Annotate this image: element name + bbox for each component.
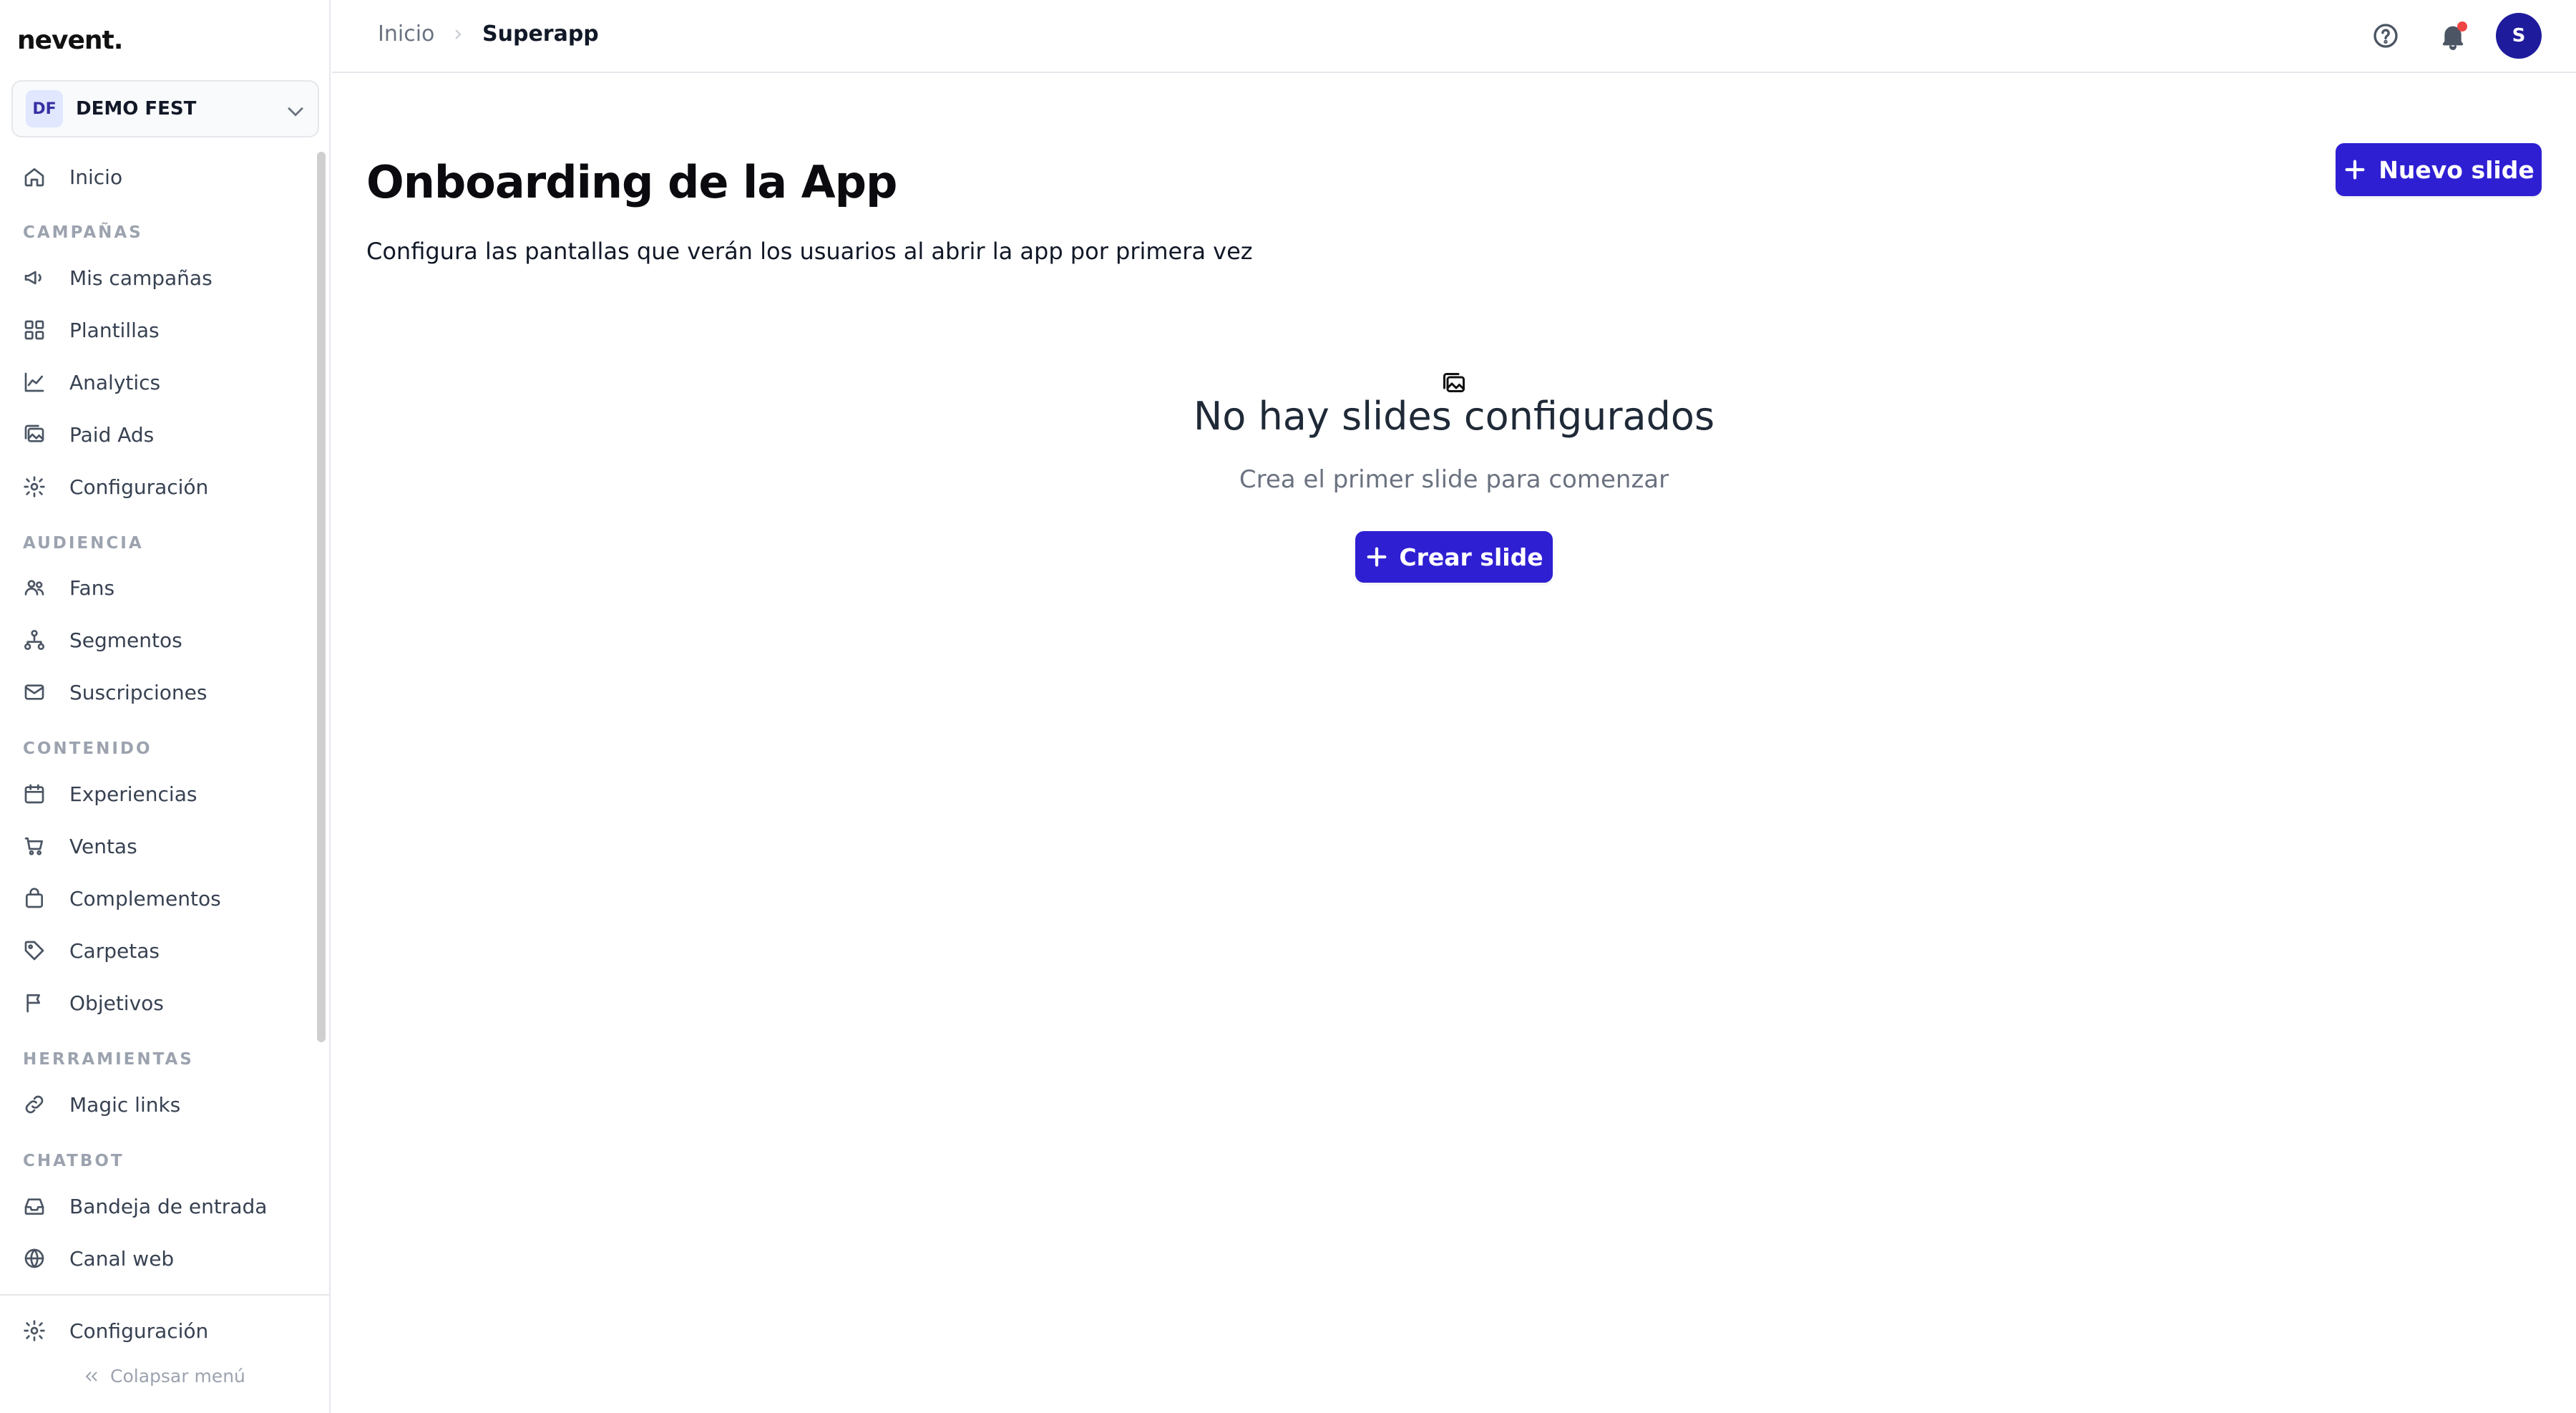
breadcrumb-current: Superapp: [482, 21, 599, 47]
page-title: Onboarding de la App: [366, 156, 897, 208]
sidebar-item-label: Bandeja de entrada: [69, 1194, 268, 1218]
sidebar-item-plantillas[interactable]: Plantillas: [23, 310, 309, 350]
sidebar-item-label: Carpetas: [69, 938, 160, 963]
sidebar-item-label: Analytics: [69, 370, 161, 394]
sidebar-item-suscripciones[interactable]: Suscripciones: [23, 672, 309, 712]
sidebar-item-objetivos[interactable]: Objetivos: [23, 983, 309, 1023]
sidebar-item-fans[interactable]: Fans: [23, 568, 309, 608]
organization-selector[interactable]: DF DEMO FEST: [11, 80, 319, 137]
gear-icon: [24, 476, 45, 497]
plus-icon: [2345, 160, 2365, 180]
globe-icon: [24, 1248, 44, 1268]
inbox-icon: [24, 1198, 44, 1215]
empty-state-subtitle: Crea el primer slide para comenzar: [1239, 465, 1669, 494]
images-icon: [24, 424, 44, 442]
sidebar-item-label: Complementos: [69, 886, 221, 911]
section-audience: AUDIENCIA: [23, 534, 144, 553]
sidebar-divider: [0, 1294, 329, 1296]
user-avatar[interactable]: S: [2496, 13, 2542, 59]
sidebar-item-configuracion[interactable]: Configuración: [23, 467, 309, 507]
megaphone-icon: [24, 271, 42, 285]
collapse-menu-button[interactable]: Colapsar menú: [83, 1366, 245, 1387]
cart-icon: [24, 837, 43, 855]
sidebar-item-label: Plantillas: [69, 318, 160, 342]
top-header: Inicio Superapp S: [332, 0, 2576, 73]
sidebar-item-analytics[interactable]: Analytics: [23, 362, 309, 402]
sidebar-item-paid-ads[interactable]: Paid Ads: [23, 414, 309, 455]
section-content: CONTENIDO: [23, 739, 152, 758]
nevent-logo[interactable]: nevent.: [17, 26, 123, 55]
tag-icon: [24, 941, 44, 961]
breadcrumb-home[interactable]: Inicio: [378, 21, 434, 47]
sidebar-item-label: Paid Ads: [69, 422, 155, 447]
help-button[interactable]: [2371, 21, 2400, 50]
sidebar-item-bandeja[interactable]: Bandeja de entrada: [23, 1186, 309, 1226]
new-slide-button[interactable]: Nuevo slide: [2336, 143, 2542, 196]
sidebar-scrollbar[interactable]: [317, 152, 326, 1042]
sidebar-item-inicio[interactable]: Inicio: [23, 157, 309, 197]
grid-icon: [24, 320, 44, 340]
sidebar-item-segmentos[interactable]: Segmentos: [23, 620, 309, 660]
chevron-down-icon: [288, 107, 303, 117]
create-slide-label: Crear slide: [1399, 543, 1543, 571]
hierarchy-icon: [24, 630, 44, 650]
users-icon: [24, 580, 44, 596]
sidebar-item-label: Experiencias: [69, 782, 197, 806]
section-chatbot: CHATBOT: [23, 1152, 125, 1170]
notifications-button[interactable]: [2439, 21, 2467, 50]
sidebar-item-canal-web[interactable]: Canal web: [23, 1238, 309, 1278]
help-circle-icon: [2373, 24, 2398, 48]
sidebar-item-carpetas[interactable]: Carpetas: [23, 931, 309, 971]
mail-icon: [24, 684, 44, 700]
flag-icon: [26, 994, 40, 1013]
sidebar-item-label: Fans: [69, 576, 115, 600]
chart-line-icon: [24, 372, 44, 392]
org-name: DEMO FEST: [76, 98, 197, 120]
sidebar-item-magic-links[interactable]: Magic links: [23, 1084, 309, 1125]
sidebar-item-label: Configuración: [69, 475, 209, 499]
create-slide-button[interactable]: Crear slide: [1355, 531, 1553, 583]
gear-icon: [24, 1320, 45, 1341]
shopping-bag-icon: [26, 888, 43, 908]
section-tools: HERRAMIENTAS: [23, 1050, 194, 1069]
sidebar-item-label: Ventas: [69, 834, 137, 858]
sidebar-item-label: Segmentos: [69, 628, 182, 652]
org-initials-badge: DF: [26, 90, 63, 127]
sidebar-item-label: Configuración: [69, 1319, 209, 1343]
new-slide-label: Nuevo slide: [2379, 155, 2534, 184]
chevrons-left-icon: [85, 1371, 97, 1382]
collapse-menu-label: Colapsar menú: [110, 1366, 245, 1387]
notification-dot: [2457, 21, 2467, 31]
images-icon: [1441, 371, 1467, 397]
link-icon: [25, 1095, 44, 1114]
sidebar-item-ventas[interactable]: Ventas: [23, 826, 309, 866]
chevron-right-icon: [455, 29, 462, 39]
page-subtitle: Configura las pantallas que verán los us…: [366, 238, 1253, 265]
calendar-icon: [24, 784, 44, 804]
sidebar-item-label: Suscripciones: [69, 680, 208, 704]
sidebar: nevent. DF DEMO FEST Inicio CAMPAÑAS Mis…: [0, 0, 331, 1413]
plus-icon: [1367, 547, 1387, 567]
sidebar-item-label: Mis campañas: [69, 266, 213, 290]
sidebar-item-experiencias[interactable]: Experiencias: [23, 774, 309, 814]
sidebar-item-label: Magic links: [69, 1092, 181, 1117]
sidebar-item-mis-campanas[interactable]: Mis campañas: [23, 258, 309, 298]
sidebar-item-label: Inicio: [69, 165, 123, 189]
sidebar-item-label: Canal web: [69, 1246, 175, 1271]
home-icon: [24, 168, 44, 187]
section-campaigns: CAMPAÑAS: [23, 223, 143, 242]
empty-state-title: No hay slides configurados: [1193, 394, 1715, 439]
sidebar-item-footer-settings[interactable]: Configuración: [23, 1311, 309, 1351]
sidebar-item-complementos[interactable]: Complementos: [23, 878, 309, 918]
sidebar-item-label: Objetivos: [69, 991, 164, 1015]
